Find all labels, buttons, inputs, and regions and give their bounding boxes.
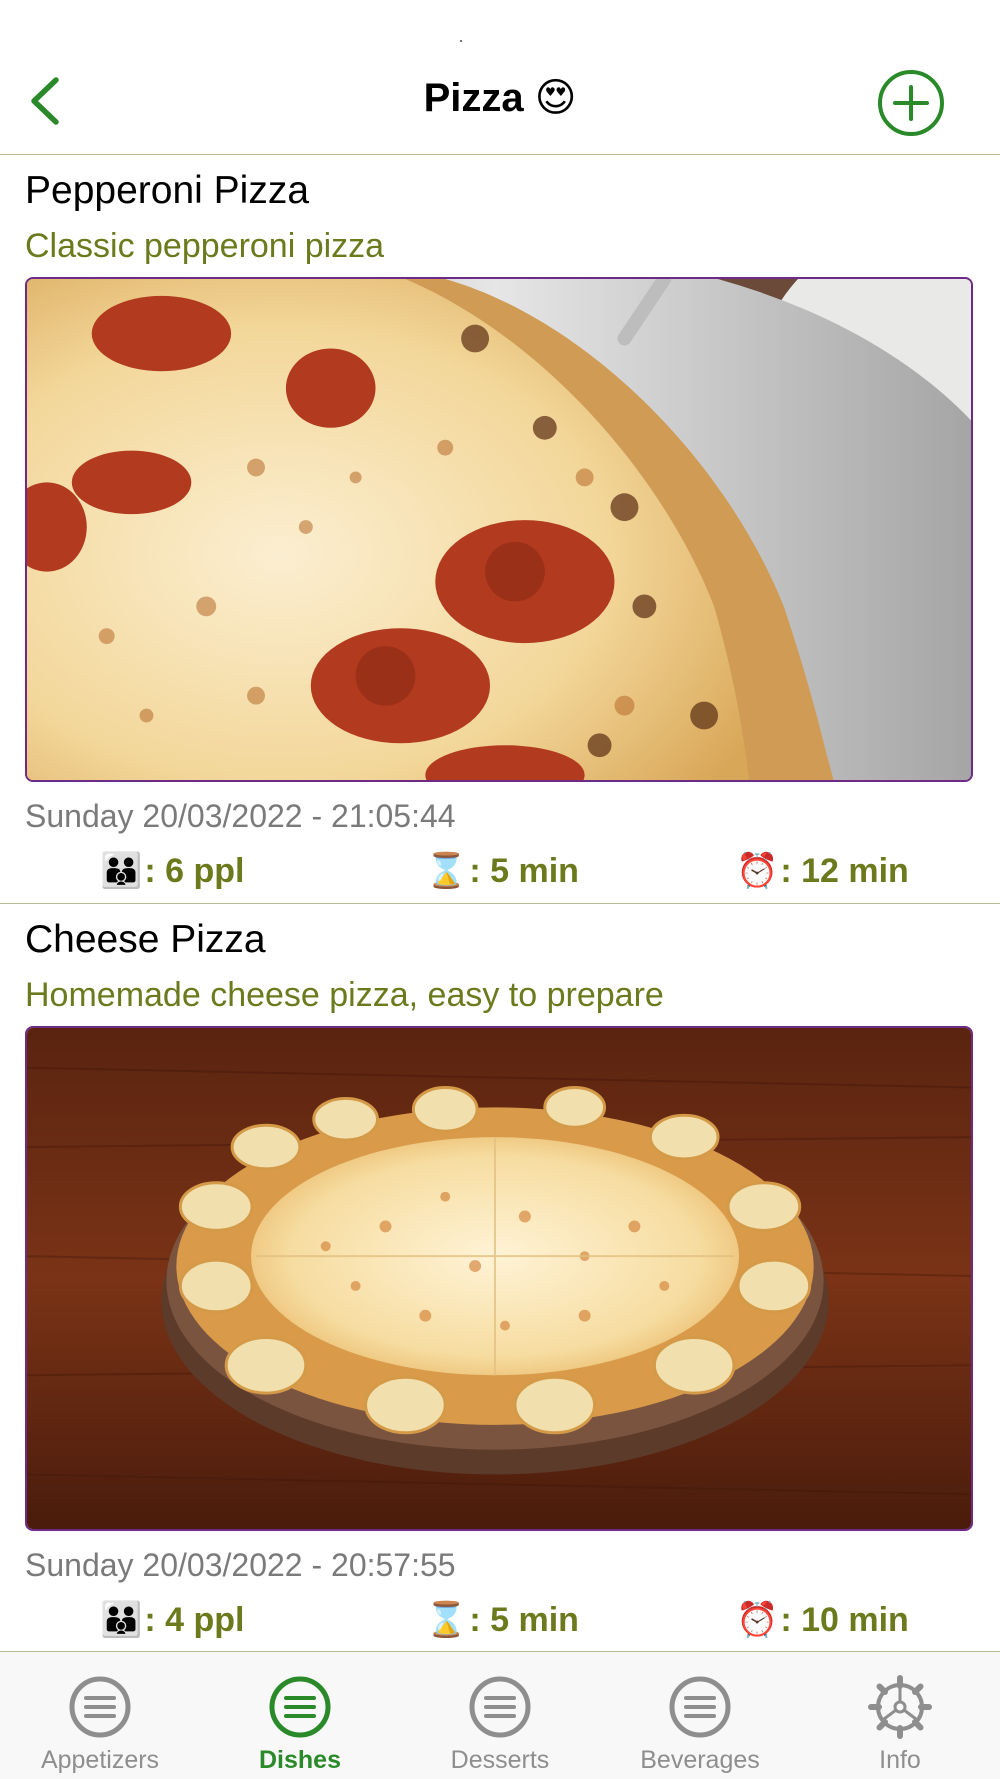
recipe-date: Sunday 20/03/2022 - 20:57:55 [25,1547,456,1583]
prep-time-value: : 5 min [469,1600,579,1639]
cheese-pizza-photo [25,1026,973,1531]
hourglass-icon: ⌛ [425,852,468,890]
gear-icon [868,1675,932,1739]
tab-label: Desserts [450,1746,550,1774]
servings-stat: 👪 : 4 ppl [100,1596,244,1644]
tab-label: Beverages [640,1746,760,1774]
recipe-stats: 👪 : 4 ppl ⌛ : 5 min ⏰ : 10 min [0,1596,1000,1644]
servings-stat: 👪 : 6 ppl [100,847,244,895]
tab-dishes[interactable]: Dishes [200,1652,400,1779]
list-circle-icon [669,1676,731,1738]
recipe-stats: 👪 : 6 ppl ⌛ : 5 min ⏰ : 12 min [0,847,1000,895]
recipe-row[interactable]: Pepperoni Pizza Classic pepperoni pizza [0,155,1000,904]
servings-value: : 4 ppl [144,1600,245,1639]
plus-circle-icon [878,70,944,136]
servings-value: : 6 ppl [144,851,245,890]
recipe-row[interactable]: Cheese Pizza Homemade cheese pizza, easy… [0,904,1000,1653]
list-circle-icon [69,1676,131,1738]
prep-time-stat: ⌛ : 5 min [425,847,579,895]
family-icon: 👪 [100,852,143,890]
cook-time-value: : 12 min [780,851,909,890]
recipe-list: Pepperoni Pizza Classic pepperoni pizza [0,155,1000,1653]
cook-time-stat: ⏰ : 10 min [736,1596,909,1644]
alarm-clock-icon: ⏰ [736,852,779,890]
prep-time-value: : 5 min [469,851,579,890]
recipe-date: Sunday 20/03/2022 - 21:05:44 [25,798,456,834]
list-circle-icon [269,1676,331,1738]
family-icon: 👪 [100,1601,143,1639]
hourglass-icon: ⌛ [425,1601,468,1639]
tab-desserts[interactable]: Desserts [400,1652,600,1779]
pepperoni-pizza-photo [25,277,973,782]
cook-time-value: : 10 min [780,1600,909,1639]
tab-label: Info [879,1746,921,1774]
list-circle-icon [469,1676,531,1738]
tab-label: Appetizers [40,1746,160,1774]
cook-time-stat: ⏰ : 12 min [736,847,909,895]
page-title: Pizza 😍 [423,76,577,120]
tab-appetizers[interactable]: Appetizers [0,1652,200,1779]
recipe-subtitle: Homemade cheese pizza, easy to prepare [25,976,664,1014]
recipe-title: Pepperoni Pizza [25,169,310,212]
prep-time-stat: ⌛ : 5 min [425,1596,579,1644]
recipe-subtitle: Classic pepperoni pizza [25,227,385,265]
alarm-clock-icon: ⏰ [736,1601,779,1639]
tab-label: Dishes [259,1746,341,1774]
add-recipe-button[interactable] [876,68,946,138]
navigation-bar: Pizza 😍 [0,0,1000,155]
recipe-title: Cheese Pizza [25,918,266,961]
tab-beverages[interactable]: Beverages [600,1652,800,1779]
tab-info[interactable]: Info [800,1652,1000,1779]
tab-bar: Appetizers Dishes Desserts Beverages Inf… [0,1651,1000,1779]
